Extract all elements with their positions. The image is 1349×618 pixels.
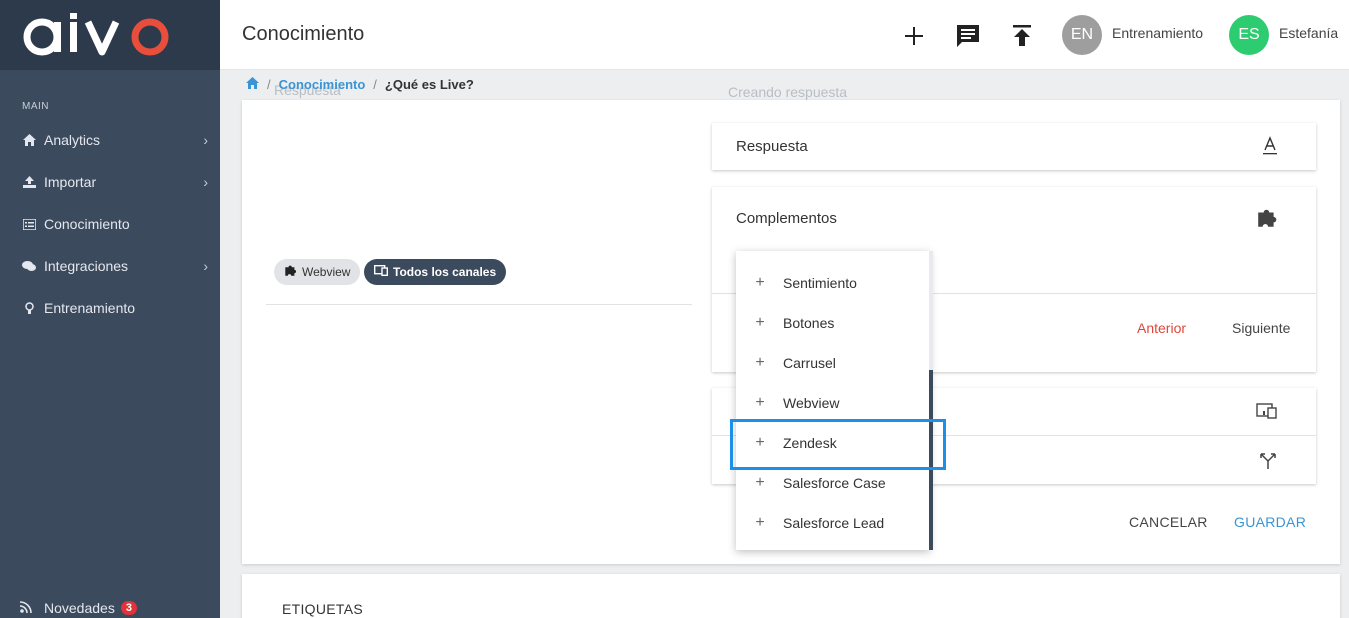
dropdown-item-label: Botones <box>783 315 835 331</box>
complementos-dropdown: + Sentimiento + Botones + Carrusel + Webview… <box>736 251 930 550</box>
chat-bubbles-icon <box>22 259 36 273</box>
breadcrumb-link-conocimiento[interactable]: Conocimiento <box>279 77 366 92</box>
breadcrumb-separator: / <box>373 77 377 92</box>
novedades-label: Novedades <box>44 600 115 616</box>
anterior-button[interactable]: Anterior <box>1137 320 1186 336</box>
aivo-logo[interactable] <box>22 13 174 57</box>
chevron-right-icon: › <box>203 258 208 274</box>
home-icon <box>22 133 36 147</box>
logo-area <box>0 0 220 70</box>
sidebar-item-label: Entrenamiento <box>44 300 136 316</box>
sidebar-item-conocimiento[interactable]: Conocimiento <box>0 204 220 244</box>
text-format-icon[interactable] <box>1262 136 1278 156</box>
sidebar-item-label: Analytics <box>44 132 101 148</box>
dropdown-item-label: Salesforce Lead <box>783 515 885 531</box>
panel-title-respuesta: Respuesta <box>736 138 808 155</box>
avatar-es[interactable]: ES <box>1229 15 1269 55</box>
chevron-right-icon: › <box>203 174 208 190</box>
breadcrumb-current: ¿Qué es Live? <box>384 77 474 92</box>
sidebar-item-importar[interactable]: Importar › <box>0 162 220 202</box>
dropdown-item-label: Sentimiento <box>783 275 857 291</box>
sidebar-item-label: Importar <box>44 174 97 190</box>
breadcrumb: / Conocimiento / ¿Qué es Live? <box>246 77 474 92</box>
plus-icon: + <box>755 434 765 451</box>
panel-title-complementos: Complementos <box>736 210 837 227</box>
sidebar-item-integraciones[interactable]: Integraciones › <box>0 246 220 286</box>
dropdown-item-botones[interactable]: + Botones <box>736 303 930 343</box>
dropdown-item-sentimiento[interactable]: + Sentimiento <box>736 263 930 303</box>
sidebar-item-label: Integraciones <box>44 258 129 274</box>
siguiente-button[interactable]: Siguiente <box>1232 320 1290 336</box>
user-name-entrenamiento[interactable]: Entrenamiento <box>1112 25 1203 41</box>
puzzle-icon <box>284 264 297 280</box>
save-button[interactable]: GUARDAR <box>1234 514 1306 530</box>
cancel-button[interactable]: CANCELAR <box>1129 514 1208 530</box>
plus-icon: + <box>755 474 765 491</box>
rss-icon <box>19 600 32 616</box>
dropdown-item-label: Salesforce Case <box>783 475 886 491</box>
lightbulb-icon <box>22 301 36 315</box>
dropdown-item-webview[interactable]: + Webview <box>736 383 930 423</box>
plus-icon: + <box>755 354 765 371</box>
ghost-label-creando-respuesta: Creando respuesta <box>728 84 848 100</box>
puzzle-icon[interactable] <box>1256 207 1278 229</box>
chip-webview[interactable]: Webview <box>274 259 361 285</box>
dropdown-item-salesforce-case[interactable]: + Salesforce Case <box>736 463 930 503</box>
dropdown-scrollbar-track[interactable] <box>929 251 933 370</box>
sidebar-item-label: Conocimiento <box>44 216 130 232</box>
plus-icon: + <box>755 274 765 291</box>
dropdown-item-label: Carrusel <box>783 355 836 371</box>
devices-icon[interactable] <box>1256 402 1278 420</box>
divider <box>266 304 692 305</box>
plus-icon: + <box>755 314 765 331</box>
novedades-count-badge: 3 <box>120 601 137 615</box>
sidebar-novedades[interactable]: Novedades 3 <box>19 600 137 616</box>
chip-all-channels[interactable]: Todos los canales <box>364 259 507 285</box>
sidebar-item-analytics[interactable]: Analytics › <box>0 120 220 160</box>
dropdown-item-carrusel[interactable]: + Carrusel <box>736 343 930 383</box>
chip-label: Todos los canales <box>393 265 497 279</box>
sidebar: MAIN Analytics › Importar › Conocimiento… <box>0 0 220 618</box>
user-name-estefania[interactable]: Estefanía <box>1279 25 1338 41</box>
dropdown-item-zendesk[interactable]: + Zendesk <box>736 423 930 463</box>
publish-icon[interactable] <box>1008 22 1036 50</box>
split-arrows-icon[interactable] <box>1258 450 1278 470</box>
etiquetas-title: ETIQUETAS <box>282 601 364 617</box>
devices-icon <box>373 264 389 279</box>
dropdown-item-salesforce-lead[interactable]: + Salesforce Lead <box>736 503 930 543</box>
plus-icon: + <box>755 394 765 411</box>
panel-respuesta[interactable]: Respuesta <box>712 123 1316 170</box>
dropdown-scrollbar-thumb[interactable] <box>929 370 933 550</box>
sidebar-section-label: MAIN <box>22 101 49 112</box>
topbar: Conocimiento EN Entrenamiento ES Estefan… <box>220 0 1349 70</box>
dropdown-item-label: Zendesk <box>783 435 837 451</box>
page-title: Conocimiento <box>242 23 365 45</box>
upload-icon <box>22 175 36 189</box>
etiquetas-card: ETIQUETAS <box>242 574 1340 618</box>
message-icon[interactable] <box>954 22 982 50</box>
chevron-right-icon: › <box>203 132 208 148</box>
plus-icon: + <box>755 514 765 531</box>
avatar-en[interactable]: EN <box>1062 15 1102 55</box>
add-icon[interactable] <box>900 22 928 50</box>
home-icon[interactable] <box>246 77 259 92</box>
dropdown-item-label: Webview <box>783 395 840 411</box>
sidebar-item-entrenamiento[interactable]: Entrenamiento <box>0 288 220 328</box>
chip-label: Webview <box>302 265 351 279</box>
list-icon <box>22 217 36 231</box>
breadcrumb-separator: / <box>267 77 271 92</box>
